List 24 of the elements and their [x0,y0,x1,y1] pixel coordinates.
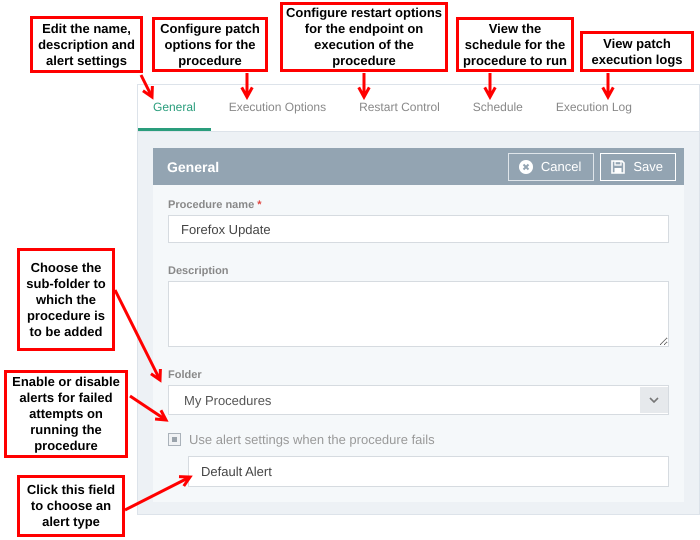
callout: View patch execution logs [580,31,694,72]
tab[interactable]: General [138,85,211,131]
panel-title: General [167,158,220,174]
tab[interactable]: Execution Log [540,85,647,131]
callout: View the schedule for the procedure to run [456,17,574,72]
tab[interactable]: Execution Options [214,85,342,131]
callout: Choose the sub-folder to which the procedure is to be added [17,248,115,351]
callout: Configure patch options for the procedure [152,17,268,72]
folder-dropdown[interactable]: My Procedures [168,385,669,415]
save-button[interactable]: Save [600,152,676,180]
callout: Enable or disable alerts for failed attempts on running the procedure [4,370,128,458]
callout: Click this field to choose an alert type [17,475,125,537]
callout: Configure restart options for the endpoint on execution of the procedure [280,2,448,72]
callout: Edit the name, description and alert settings [30,16,143,73]
checkbox-label: Use alert settings when the procedure fails [189,432,435,446]
alert-field[interactable]: Default Alert [188,456,669,487]
name-field[interactable]: Forefox Update [168,215,669,243]
field-label: Folder [168,369,203,381]
tab[interactable]: Schedule [458,85,538,131]
field-label: Description [168,265,230,277]
tab[interactable]: Restart Control [344,85,455,131]
cancel-button[interactable]: Cancel [508,152,594,180]
required-mark: * [257,199,262,211]
field-label: Procedure name [168,199,254,211]
